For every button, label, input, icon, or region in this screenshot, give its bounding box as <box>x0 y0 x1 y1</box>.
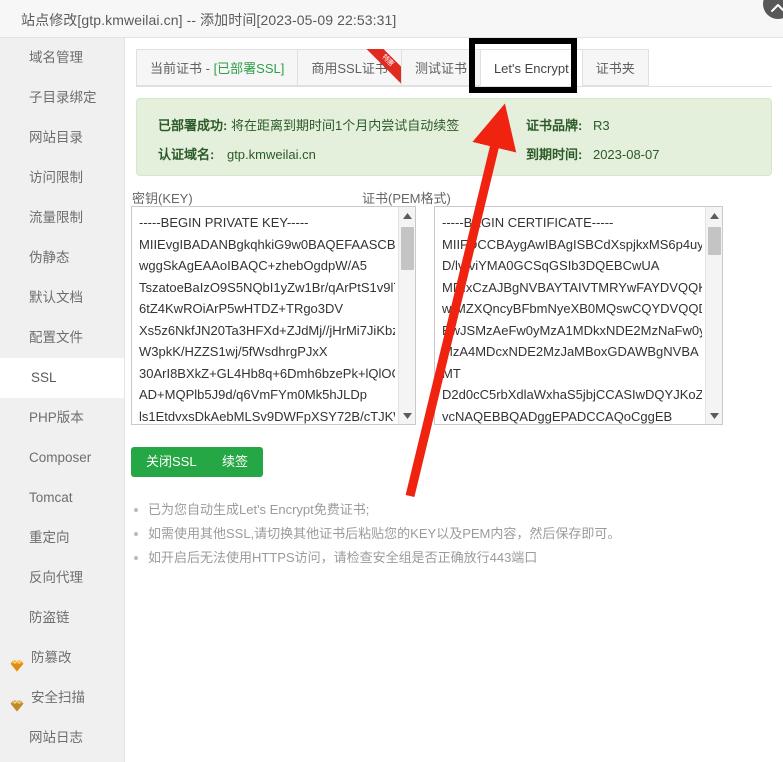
tab-certificate-folder[interactable]: 证书夹 <box>581 49 649 86</box>
gem-icon <box>9 690 25 712</box>
triangle-down-glyph <box>403 413 412 419</box>
sidebar-item-subdir[interactable]: 子目录绑定 <box>0 78 124 118</box>
triangle-down-glyph <box>710 413 719 419</box>
sidebar-item-tomcat[interactable]: Tomcat <box>0 478 124 518</box>
sidebar-item-tamper-proof[interactable]: 防篡改 <box>0 638 124 678</box>
sidebar-item-label: 访问限制 <box>29 170 83 185</box>
key-field-label: 密钥(KEY) <box>132 191 193 206</box>
brand-label: 证书品牌: <box>526 118 583 133</box>
scroll-up-icon[interactable] <box>706 207 722 224</box>
renew-button[interactable]: 续签 <box>207 447 264 477</box>
triangle-up-glyph <box>710 213 719 219</box>
sidebar-item-webdir[interactable]: 网站目录 <box>0 118 124 158</box>
sidebar-item-config-file[interactable]: 配置文件 <box>0 318 124 358</box>
tab-label: Let's Encrypt <box>493 61 569 76</box>
sidebar-item-label: 网站日志 <box>29 730 83 745</box>
window-title: 站点修改[gtp.kmweilai.cn] -- 添加时间[2023-05-09… <box>21 12 397 28</box>
key-textarea-value: -----BEGIN PRIVATE KEY----- MIIEvgIBADAN… <box>139 215 395 424</box>
sidebar-item-label: 默认文档 <box>29 290 83 305</box>
sidebar-item-security-scan[interactable]: 安全扫描 <box>0 678 124 718</box>
expire-row: 到期时间: 2023-08-07 <box>526 144 659 163</box>
sidebar-item-label: 反向代理 <box>29 570 83 585</box>
close-ssl-button[interactable]: 关闭SSL <box>131 447 212 477</box>
key-scrollbar[interactable] <box>398 207 415 424</box>
triangle-up-glyph <box>403 213 412 219</box>
sidebar-item-reverse-proxy[interactable]: 反向代理 <box>0 558 124 598</box>
window-titlebar: 站点修改[gtp.kmweilai.cn] -- 添加时间[2023-05-09… <box>0 0 783 38</box>
sidebar-item-default-doc[interactable]: 默认文档 <box>0 278 124 318</box>
scroll-down-icon[interactable] <box>399 407 415 424</box>
sidebar-item-redirect[interactable]: 重定向 <box>0 518 124 558</box>
sidebar-item-label: Composer <box>29 450 92 465</box>
deploy-status-row: 已部署成功: 将在距离到期时间1个月内尝试自动续签 <box>158 115 459 134</box>
tab-label: 当前证书 - <box>150 61 214 76</box>
site-modify-window: 站点修改[gtp.kmweilai.cn] -- 添加时间[2023-05-09… <box>0 0 783 762</box>
key-textarea[interactable]: -----BEGIN PRIVATE KEY----- MIIEvgIBADAN… <box>131 206 416 425</box>
pem-field-label: 证书(PEM格式) <box>362 191 451 206</box>
sidebar-item-site-log[interactable]: 网站日志 <box>0 718 124 758</box>
expire-label: 到期时间: <box>526 147 583 162</box>
deployment-status-panel: 已部署成功: 将在距离到期时间1个月内尝试自动续签 认证域名: gtp.kmwe… <box>136 98 772 176</box>
gem-glyph <box>10 659 24 672</box>
pem-textarea-value: -----BEGIN CERTIFICATE----- MIIFDCCBAygA… <box>442 215 702 424</box>
tab-label: 证书夹 <box>595 61 635 76</box>
sidebar-item-access-limit[interactable]: 访问限制 <box>0 158 124 198</box>
scrollbar-thumb[interactable] <box>708 227 721 255</box>
sidebar-item-hotlink-protection[interactable]: 防盗链 <box>0 598 124 638</box>
scroll-down-icon[interactable] <box>706 407 722 424</box>
pem-textarea[interactable]: -----BEGIN CERTIFICATE----- MIIFDCCBAygA… <box>434 206 723 425</box>
chevron-up-glyph <box>771 4 783 12</box>
sidebar-item-label: 防篡改 <box>31 650 72 665</box>
sidebar-item-composer[interactable]: Composer <box>0 438 124 478</box>
sidebar-item-label: PHP版本 <box>29 410 84 425</box>
ssl-notes: 已为您自动生成Let's Encrypt免费证书; 如需使用其他SSL,请切换其… <box>131 498 651 570</box>
domain-label: 认证域名: <box>158 147 215 162</box>
note-item: 如需使用其他SSL,请切换其他证书后粘贴您的KEY以及PEM内容，然后保存即可。 <box>131 522 651 546</box>
gem-icon <box>9 650 25 672</box>
tab-lets-encrypt[interactable]: Let's Encrypt <box>479 49 582 86</box>
sidebar-item-label: 防盗链 <box>29 610 70 625</box>
deploy-status-label: 已部署成功: <box>158 118 228 133</box>
sidebar-item-label: SSL <box>31 370 57 385</box>
domain-row: 认证域名: gtp.kmweilai.cn <box>158 144 316 163</box>
sidebar-item-label: 重定向 <box>29 530 70 545</box>
tab-deployed-badge: [已部署SSL] <box>213 61 285 76</box>
expire-value: 2023-08-07 <box>592 147 660 162</box>
tab-label: 测试证书 <box>414 61 467 76</box>
sidebar-item-label: 配置文件 <box>29 330 83 345</box>
brand-row: 证书品牌: R3 <box>526 115 610 134</box>
sidebar-item-php-version[interactable]: PHP版本 <box>0 398 124 438</box>
tab-test-certificate[interactable]: 测试证书 <box>400 49 480 86</box>
note-item: 已为您自动生成Let's Encrypt免费证书; <box>131 498 651 522</box>
domain-value: gtp.kmweilai.cn <box>226 147 316 162</box>
pem-scrollbar[interactable] <box>705 207 722 424</box>
sidebar-item-label: Tomcat <box>29 490 73 505</box>
note-item: 如开启后无法使用HTTPS访问，请检查安全组是否正确放行443端口 <box>131 546 651 570</box>
sidebar-item-label: 网站目录 <box>29 130 83 145</box>
sidebar: 域名管理 子目录绑定 网站目录 访问限制 流量限制 伪静态 默认文档 配置文件 … <box>0 38 125 762</box>
scrollbar-thumb[interactable] <box>401 227 414 270</box>
ssl-tabbar: 当前证书 - [已部署SSL] 商用SSL证书 特惠 测试证书 Let's En… <box>136 38 772 93</box>
tab-current-certificate[interactable]: 当前证书 - [已部署SSL] <box>136 49 298 86</box>
sidebar-item-label: 伪静态 <box>29 250 70 265</box>
gem-glyph <box>10 699 24 712</box>
sidebar-item-traffic-limit[interactable]: 流量限制 <box>0 198 124 238</box>
tab-list: 当前证书 - [已部署SSL] 商用SSL证书 特惠 测试证书 Let's En… <box>136 49 649 86</box>
brand-value: R3 <box>592 118 610 133</box>
sidebar-item-label: 流量限制 <box>29 210 83 225</box>
sidebar-item-label: 子目录绑定 <box>29 90 97 105</box>
sidebar-item-label: 域名管理 <box>29 50 83 65</box>
sidebar-item-rewrite[interactable]: 伪静态 <box>0 238 124 278</box>
sidebar-item-domain[interactable]: 域名管理 <box>0 38 124 78</box>
tab-label: 商用SSL证书 <box>311 61 388 76</box>
sidebar-item-label: 安全扫描 <box>31 690 85 705</box>
sidebar-item-ssl[interactable]: SSL <box>0 358 124 398</box>
tab-commercial-ssl[interactable]: 商用SSL证书 特惠 <box>297 49 402 86</box>
scroll-up-icon[interactable] <box>399 207 415 224</box>
chevron-up-icon[interactable] <box>763 0 783 19</box>
deploy-status-value: 将在距离到期时间1个月内尝试自动续签 <box>230 118 460 133</box>
